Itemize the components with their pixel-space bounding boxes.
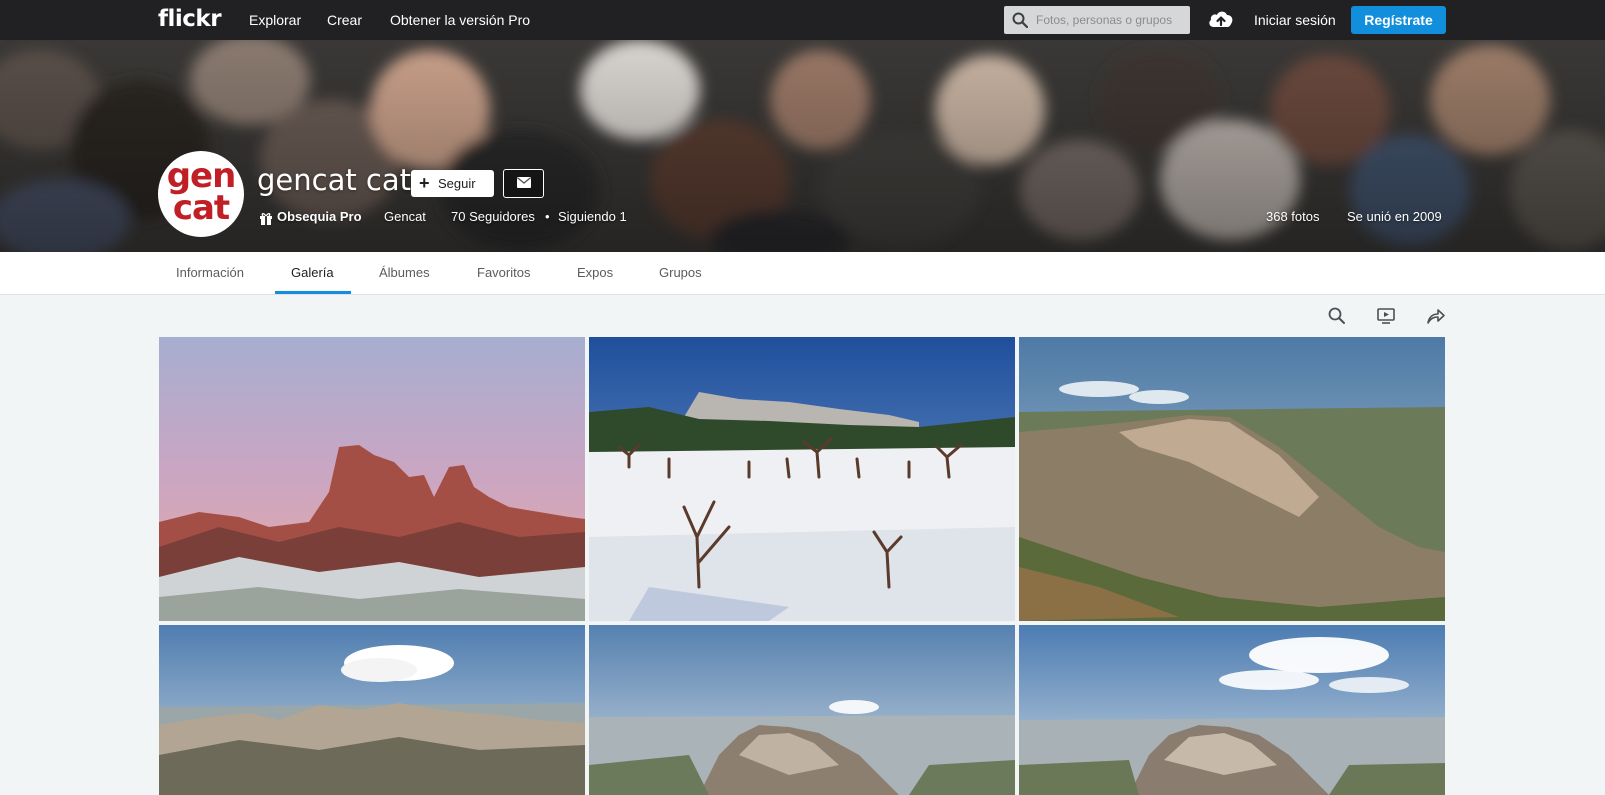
nav-create[interactable]: Crear: [327, 0, 362, 40]
nav-get-pro[interactable]: Obtener la versión Pro: [390, 0, 530, 40]
followers-link[interactable]: 70 Seguidores: [451, 206, 535, 228]
nav-explore[interactable]: Explorar: [249, 0, 301, 40]
photo-thumbnail[interactable]: [159, 337, 585, 621]
active-tab-indicator: [275, 291, 351, 294]
avatar-text-bottom: cat: [172, 188, 230, 228]
tab-gallery[interactable]: Galería: [291, 252, 334, 294]
avatar-text-top: gen: [166, 156, 237, 196]
gift-pro-link[interactable]: Obsequia Pro: [277, 206, 362, 228]
search-input[interactable]: [1036, 6, 1184, 34]
follow-button[interactable]: + Seguir: [411, 170, 494, 197]
gift-icon: [260, 213, 272, 225]
photo-image: [159, 337, 585, 621]
flickr-logo[interactable]: flickr: [158, 4, 222, 34]
search-icon[interactable]: [1327, 306, 1347, 326]
photo-thumbnail[interactable]: [159, 625, 585, 795]
following-link[interactable]: Siguiendo 1: [558, 206, 627, 228]
tab-albums[interactable]: Álbumes: [379, 252, 430, 294]
upload-cloud-icon[interactable]: [1207, 7, 1235, 31]
photo-image: [589, 625, 1015, 795]
profile-name: gencat cat: [257, 163, 412, 197]
signup-button[interactable]: Regístrate: [1351, 6, 1446, 34]
message-button[interactable]: [503, 169, 544, 198]
top-navbar: flickr Explorar Crear Obtener la versión…: [0, 0, 1605, 40]
photo-thumbnail[interactable]: [589, 625, 1015, 795]
mail-icon: [517, 177, 531, 188]
photo-image: [1019, 337, 1445, 621]
tab-favorites[interactable]: Favoritos: [477, 252, 530, 294]
slideshow-icon[interactable]: [1376, 306, 1396, 326]
share-icon[interactable]: [1426, 306, 1446, 326]
real-name: Gencat: [384, 209, 426, 224]
photo-thumbnail[interactable]: [589, 337, 1015, 621]
signin-link[interactable]: Iniciar sesión: [1254, 0, 1336, 40]
photo-image: [159, 625, 585, 795]
follow-button-label: Seguir: [438, 176, 476, 191]
tab-info[interactable]: Información: [176, 252, 244, 294]
meta-separator: •: [545, 209, 550, 224]
tab-expos[interactable]: Expos: [577, 252, 613, 294]
plus-icon: +: [419, 173, 430, 193]
tab-groups[interactable]: Grupos: [659, 252, 702, 294]
photo-thumbnail[interactable]: [1019, 625, 1445, 795]
profile-tabs: Información Galería Álbumes Favoritos Ex…: [0, 252, 1605, 295]
photo-thumbnail[interactable]: [1019, 337, 1445, 621]
photo-image: [1019, 625, 1445, 795]
search-icon: [1012, 12, 1028, 28]
photo-image: [589, 337, 1015, 621]
search-box: [1004, 6, 1190, 34]
joined-date: Se unió en 2009: [1347, 209, 1442, 224]
photos-count: 368 fotos: [1266, 209, 1320, 224]
avatar[interactable]: gen cat: [158, 151, 244, 237]
